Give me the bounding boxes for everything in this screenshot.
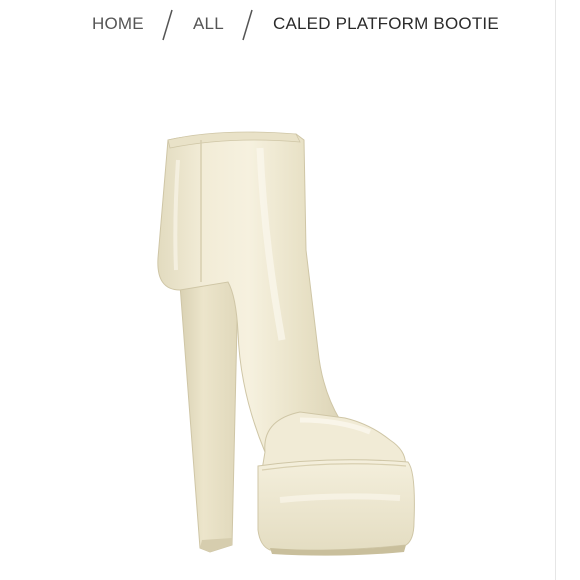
breadcrumb-home-link[interactable]: HOME — [92, 14, 144, 34]
breadcrumb-all-link[interactable]: ALL — [193, 14, 224, 34]
boot-heel — [179, 279, 239, 553]
product-page: HOME ALL CALED PLATFORM BOOTIE — [0, 0, 580, 580]
slash-separator-icon — [160, 8, 174, 42]
product-image[interactable] — [100, 100, 480, 580]
page-divider — [555, 0, 556, 580]
slash-separator-icon — [240, 8, 254, 42]
breadcrumb: HOME ALL CALED PLATFORM BOOTIE — [0, 8, 580, 42]
breadcrumb-current-page: CALED PLATFORM BOOTIE — [273, 14, 499, 33]
boot-platform — [257, 459, 415, 551]
